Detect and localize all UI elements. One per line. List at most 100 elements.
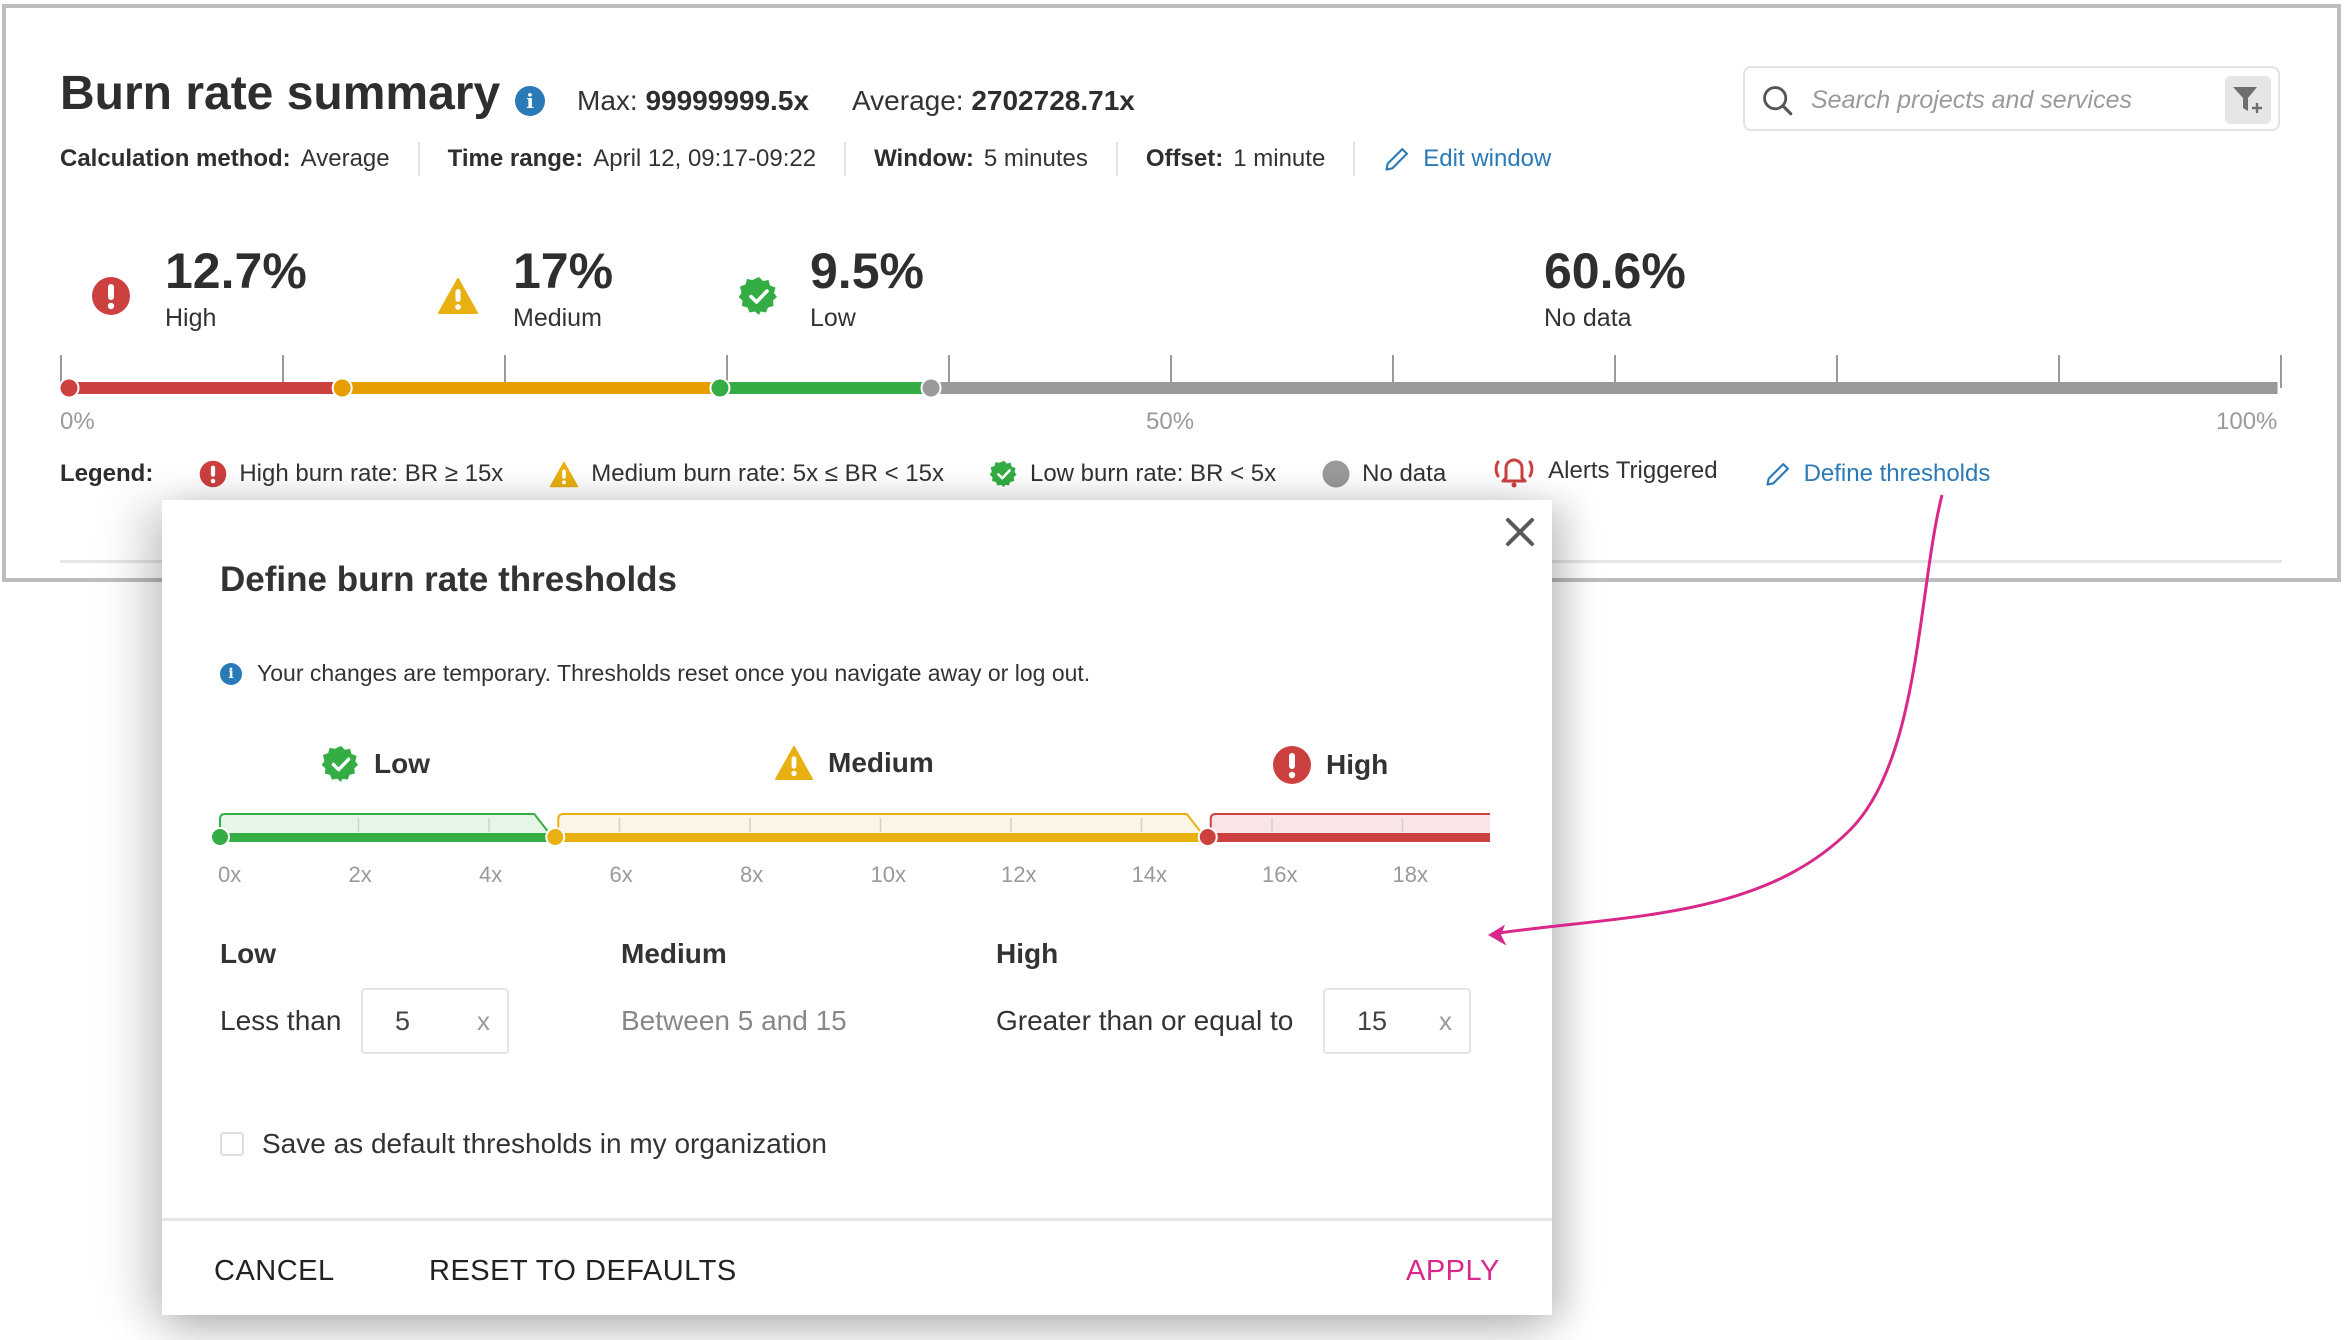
stat-medium: 17% Medium	[513, 246, 613, 333]
high-threshold-field: x	[1323, 988, 1471, 1054]
window-label: Window:	[874, 145, 974, 172]
high-min-handle[interactable]	[1197, 827, 1218, 847]
legend-item-label: High burn rate: BR ≥ 15x	[239, 460, 504, 487]
legend-item-label: Alerts Triggered	[1548, 457, 1718, 484]
legend-item-alerts: Alerts Triggered	[1492, 454, 1718, 488]
scale-heading-high-label: High	[1326, 749, 1389, 780]
stat-no-data-label: No data	[1544, 304, 1632, 332]
legend-item-label: No data	[1362, 460, 1447, 487]
calculation-method-value: Average	[300, 145, 390, 172]
medium-column-heading: Medium	[621, 938, 727, 969]
low-threshold-field: x	[361, 988, 509, 1054]
search-icon	[1763, 86, 1793, 116]
bar-segment-medium	[342, 382, 720, 394]
average-label: Average:	[852, 85, 964, 116]
scale-heading-medium: Medium	[774, 745, 934, 781]
pencil-icon	[1766, 463, 1789, 486]
scale-tick-label: 18x	[1393, 862, 1428, 887]
low-range-bar	[220, 833, 553, 842]
define-thresholds-link[interactable]: Define thresholds	[1764, 460, 1991, 488]
unit-label: x	[1439, 1005, 1452, 1036]
save-default-checkbox-row[interactable]: Save as default thresholds in my organiz…	[220, 1128, 827, 1160]
page-title: Burn rate summary	[60, 67, 501, 120]
edit-window-link[interactable]: Edit window	[1383, 142, 1551, 176]
legend-item-high: High burn rate: BR ≥ 15x	[199, 460, 503, 488]
window: Window: 5 minutes	[874, 142, 1088, 176]
save-default-label: Save as default thresholds in my organiz…	[262, 1128, 827, 1159]
calculation-meta-row: Calculation method: Average Time range: …	[60, 142, 1551, 176]
scale-tick-label: 14x	[1132, 862, 1167, 887]
medium-threshold-text: Between 5 and 15	[621, 1005, 847, 1036]
warning-triangle-icon	[550, 461, 579, 487]
scale-tick-label: 0x	[218, 862, 241, 887]
low-threshold-input[interactable]	[393, 1004, 467, 1038]
medium-range-bar	[558, 833, 1205, 842]
info-icon: i	[220, 662, 242, 685]
check-badge-icon	[989, 460, 1017, 488]
search-input[interactable]	[1809, 80, 2193, 120]
time-range-value: April 12, 09:17-09:22	[593, 145, 817, 172]
legend-item-no-data: No data	[1322, 460, 1446, 488]
high-threshold-input[interactable]	[1355, 1004, 1429, 1038]
threshold-scale: 0x2x4x6x8x10x12x14x16x18x∞	[210, 813, 1490, 887]
meta-divider	[417, 142, 420, 176]
average-value: 2702728.71x	[971, 85, 1135, 116]
stat-no-data-value: 60.6%	[1544, 243, 1686, 299]
check-badge-icon	[322, 745, 359, 783]
calculation-method-label: Calculation method:	[60, 145, 291, 172]
bar-marker-medium	[331, 377, 353, 399]
offset: Offset: 1 minute	[1146, 142, 1325, 176]
stat-medium-label: Medium	[513, 304, 602, 332]
scale-heading-medium-label: Medium	[828, 747, 934, 778]
apply-button[interactable]: APPLY	[1406, 1255, 1500, 1288]
bar-segment-nodata	[931, 382, 2278, 394]
save-default-checkbox[interactable]	[220, 1132, 244, 1156]
scale-heading-high: High	[1272, 745, 1388, 785]
stat-high: 12.7% High	[165, 246, 307, 333]
offset-value: 1 minute	[1233, 145, 1326, 172]
meta-divider	[1115, 142, 1118, 176]
bar-marker-low	[709, 377, 731, 399]
low-threshold-text: Less than	[220, 1005, 342, 1036]
stat-medium-value: 17%	[513, 243, 614, 299]
unit-label: x	[477, 1005, 490, 1036]
dialog-footer-divider	[162, 1218, 1552, 1221]
low-max-handle[interactable]	[545, 827, 566, 847]
axis-label-100: 100%	[2216, 408, 2278, 435]
legend-item-label: Medium burn rate: 5x ≤ BR < 15x	[591, 460, 944, 487]
temporary-changes-notice: i Your changes are temporary. Thresholds…	[220, 660, 1090, 687]
cancel-button[interactable]: CANCEL	[214, 1255, 335, 1288]
low-column-heading: Low	[220, 938, 276, 969]
scale-tick-label: 8x	[740, 862, 763, 887]
max-label: Max:	[577, 85, 638, 116]
alert-circle-icon	[1273, 746, 1311, 784]
window-value: 5 minutes	[983, 145, 1088, 172]
close-icon[interactable]	[1502, 514, 1538, 550]
scale-tick-label: 12x	[1001, 862, 1036, 887]
bar-segment-low	[719, 382, 932, 394]
burn-rate-distribution-bar	[60, 355, 2282, 399]
warning-triangle-icon	[775, 745, 813, 781]
time-range-label: Time range:	[447, 145, 584, 172]
legend-item-label: Low burn rate: BR < 5x	[1029, 460, 1277, 487]
max-burn-rate: Max: 99999999.5x	[577, 85, 809, 117]
define-thresholds-label: Define thresholds	[1803, 460, 1991, 487]
stat-low: 9.5% Low	[810, 246, 924, 333]
stat-low-value: 9.5%	[810, 243, 924, 299]
reset-to-defaults-button[interactable]: RESET TO DEFAULTS	[429, 1255, 737, 1288]
add-filter-button[interactable]	[2225, 76, 2271, 124]
check-badge-icon	[739, 277, 777, 315]
alert-circle-icon	[92, 277, 130, 315]
define-thresholds-dialog: Define burn rate thresholds i Your chang…	[162, 500, 1552, 1315]
notice-text: Your changes are temporary. Thresholds r…	[257, 660, 1091, 686]
pencil-icon	[1385, 148, 1409, 171]
max-value: 99999999.5x	[645, 85, 809, 116]
search-box	[1743, 66, 2280, 131]
axis-label-0: 0%	[60, 408, 95, 435]
legend: Legend: High burn rate: BR ≥ 15x Medium …	[60, 457, 2036, 488]
stat-low-label: Low	[810, 304, 856, 332]
scale-heading-low: Low	[322, 745, 430, 783]
info-icon[interactable]: i	[515, 86, 545, 116]
high-threshold-text: Greater than or equal to	[996, 1005, 1294, 1036]
legend-title: Legend:	[60, 460, 154, 487]
